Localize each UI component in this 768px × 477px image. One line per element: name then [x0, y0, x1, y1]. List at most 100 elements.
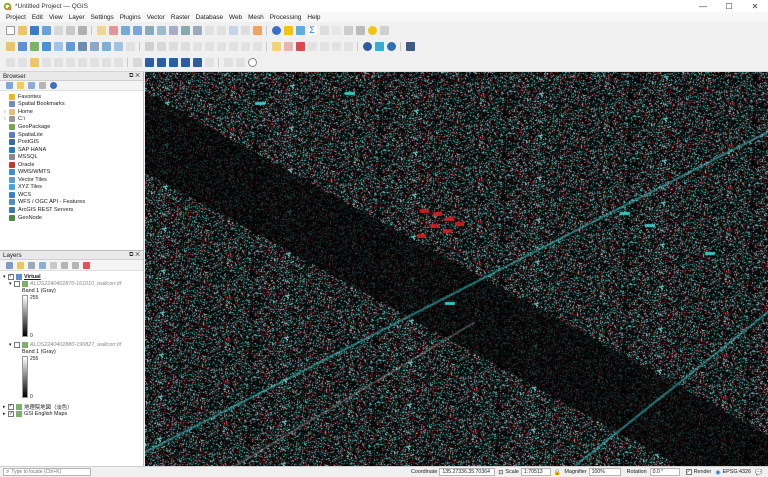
extents-toggle-icon[interactable]: ⊡ — [498, 469, 503, 476]
menu-vector[interactable]: Vector — [144, 14, 168, 21]
browser-item[interactable]: SpatiaLite — [0, 131, 143, 139]
layer-checkbox[interactable] — [14, 281, 20, 288]
save-edits-icon[interactable] — [156, 41, 166, 51]
zoom-selection-icon[interactable] — [168, 25, 178, 35]
rotation-spinbox[interactable]: 0.0 ° — [649, 468, 680, 476]
add-wfs-icon[interactable] — [113, 41, 123, 51]
browser-item[interactable]: XYZ Tiles — [0, 184, 143, 192]
layer-checkbox[interactable]: ✓ — [8, 411, 14, 418]
georef-icon[interactable] — [132, 58, 142, 67]
browser-item[interactable]: SAP HANA — [0, 146, 143, 154]
bookmark-new-icon[interactable] — [235, 58, 245, 67]
advanced-digitize-icon[interactable] — [17, 58, 27, 67]
layer-gsi-english[interactable]: ▸ ✓ GSI English Maps — [3, 410, 143, 418]
select-by-expression-icon[interactable] — [41, 58, 51, 67]
crs-globe-icon[interactable]: ◉ — [715, 469, 720, 476]
delete-selected-icon[interactable] — [192, 41, 202, 51]
messages-icon[interactable]: 💬 — [755, 469, 762, 476]
new-project-icon[interactable] — [5, 25, 15, 35]
redo-icon[interactable] — [252, 41, 262, 51]
menu-edit[interactable]: Edit — [29, 14, 46, 21]
add-postgis-icon[interactable] — [77, 41, 87, 51]
cut-features-icon[interactable] — [204, 41, 214, 51]
crs-label[interactable]: EPSG:4326 — [723, 469, 751, 475]
panel-float-close-icon[interactable]: ⧉ ✕ — [129, 251, 140, 259]
browser-item[interactable]: Favorites — [0, 93, 143, 101]
browser-item[interactable]: › Home — [0, 108, 143, 116]
refresh-icon[interactable] — [252, 25, 262, 35]
menu-settings[interactable]: Settings — [88, 14, 117, 21]
tracing-icon[interactable] — [204, 58, 214, 67]
browser-item[interactable]: GeoPackage — [0, 123, 143, 131]
label-abc-icon[interactable] — [295, 41, 305, 51]
layer-styling-icon[interactable] — [6, 261, 13, 269]
add-wcs-icon[interactable] — [101, 41, 111, 51]
add-raster-layer-icon[interactable] — [29, 41, 39, 51]
label-rotate-icon[interactable] — [319, 41, 329, 51]
zoom-native-icon[interactable] — [192, 25, 202, 35]
globe-plugin-icon[interactable] — [362, 41, 372, 51]
style-manager-icon[interactable] — [77, 25, 87, 35]
vertex-tool-icon[interactable] — [180, 41, 190, 51]
digitize-pencil-icon[interactable] — [144, 41, 154, 51]
zoom-last-icon[interactable] — [204, 25, 214, 35]
locator-bar[interactable]: ⌕ — [3, 468, 91, 476]
python-console-icon[interactable] — [374, 41, 384, 51]
locator-input[interactable] — [11, 469, 88, 475]
filter-legend-icon[interactable] — [39, 261, 46, 269]
zoom-full-icon[interactable] — [156, 25, 166, 35]
tips-icon[interactable] — [367, 25, 377, 35]
identify-icon[interactable] — [271, 25, 281, 35]
attribute-table-icon[interactable] — [319, 25, 329, 35]
undo-icon[interactable] — [240, 41, 250, 51]
data-source-manager-icon[interactable] — [5, 41, 15, 51]
close-button[interactable]: ✕ — [742, 0, 768, 12]
browser-collapse-icon[interactable] — [39, 82, 46, 89]
pan-hand-icon[interactable] — [96, 25, 106, 35]
deselect-icon[interactable] — [53, 58, 63, 67]
label-move-icon[interactable] — [307, 41, 317, 51]
layout-manager-icon[interactable] — [65, 25, 75, 35]
selection-toolbar-icon[interactable] — [29, 58, 39, 67]
menu-layer[interactable]: Layer — [66, 14, 88, 21]
coordinate-field[interactable]: 135.27336,35.70364 — [439, 468, 496, 476]
paste-features-icon[interactable] — [228, 41, 238, 51]
browser-item[interactable]: Spatial Bookmarks — [0, 101, 143, 109]
layer-checkbox[interactable]: ✓ — [8, 403, 14, 410]
snapping-magnet-icon[interactable] — [144, 58, 154, 67]
collapse-all-icon[interactable] — [72, 261, 79, 269]
menu-database[interactable]: Database — [193, 14, 226, 21]
layer-raster-2[interactable]: ▾ ALOS2240402880-190827_wallcorr.tif — [3, 341, 143, 348]
zoom-next-icon[interactable] — [216, 25, 226, 35]
add-spatialite-icon[interactable] — [65, 41, 75, 51]
map-tips-icon[interactable] — [223, 58, 233, 67]
browser-filter-icon[interactable] — [28, 82, 35, 89]
save-project-icon[interactable] — [29, 25, 39, 35]
statistical-summary-icon[interactable]: Σ — [307, 25, 317, 35]
add-virtual-layer-icon[interactable] — [125, 41, 135, 51]
zoom-rubberband-icon[interactable] — [144, 25, 154, 35]
layer-group-virtual[interactable]: ▾ ✓ Virtual — [3, 273, 143, 280]
zoom-layer-icon[interactable] — [180, 25, 190, 35]
select-all-icon[interactable] — [65, 58, 75, 67]
layer-gsi-pale[interactable]: ▸ ✓ 地理院地図（淡色） — [3, 403, 143, 411]
temporal-controller-icon[interactable] — [240, 25, 250, 35]
snap-tolerance-icon[interactable] — [192, 58, 202, 67]
browser-item[interactable]: GeoNode — [0, 214, 143, 222]
manage-themes-icon[interactable] — [28, 261, 35, 269]
add-delimited-text-icon[interactable] — [53, 41, 63, 51]
diagram-icon[interactable] — [343, 41, 353, 51]
offset-curve-icon[interactable] — [101, 58, 111, 67]
menu-view[interactable]: View — [46, 14, 66, 21]
browser-item[interactable]: › C:\ — [0, 116, 143, 124]
filter-expression-icon[interactable] — [50, 261, 57, 269]
label-toolbar-icon[interactable] — [271, 41, 281, 51]
map-canvas[interactable] — [145, 72, 768, 466]
menu-plugins[interactable]: Plugins — [117, 14, 144, 21]
browser-item[interactable]: MSSQL — [0, 153, 143, 161]
scale-combo[interactable]: 1:70513 — [520, 468, 551, 476]
measure-icon[interactable] — [343, 25, 353, 35]
lock-scale-icon[interactable]: 🔒 — [554, 469, 561, 476]
zoom-in-icon[interactable] — [120, 25, 130, 35]
select-location-icon[interactable] — [89, 58, 99, 67]
